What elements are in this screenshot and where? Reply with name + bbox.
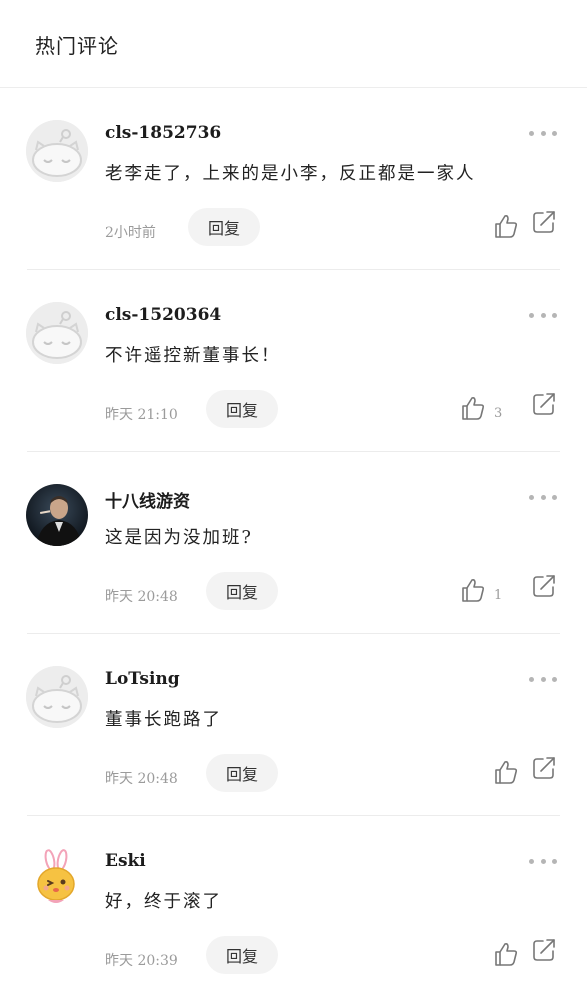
like-button[interactable]	[493, 209, 527, 239]
thumbs-up-icon	[462, 579, 485, 602]
comment-item: LoTsing 董事长跑路了 昨天 20:48 回复	[0, 634, 587, 816]
reply-button[interactable]: 回复	[206, 936, 278, 974]
username[interactable]: 十八线游资	[105, 487, 190, 512]
share-icon[interactable]	[531, 937, 557, 963]
more-dots-icon[interactable]	[529, 126, 557, 140]
cartoon-bunny-avatar-icon	[26, 848, 88, 910]
comment-time: 昨天 20:39	[105, 953, 178, 969]
thumbs-up-icon	[495, 761, 518, 784]
page-title: 热门评论	[35, 34, 119, 58]
avatar[interactable]	[26, 120, 88, 182]
comment-time: 昨天 20:48	[105, 589, 178, 605]
share-icon[interactable]	[531, 391, 557, 417]
reply-button[interactable]: 回复	[206, 572, 278, 610]
username[interactable]: LoTsing	[105, 669, 180, 689]
comment-time: 昨天 20:48	[105, 771, 178, 787]
comment-text: 董事长跑路了	[105, 710, 222, 730]
more-dots-icon[interactable]	[529, 490, 557, 504]
like-button[interactable]	[493, 937, 527, 967]
more-dots-icon[interactable]	[529, 308, 557, 322]
like-button[interactable]	[493, 755, 527, 785]
dark-portrait-avatar-icon	[26, 484, 88, 546]
share-icon[interactable]	[531, 755, 557, 781]
more-dots-icon[interactable]	[529, 854, 557, 868]
comment-item: Eski 好，终于滚了 昨天 20:39 回复	[0, 816, 587, 983]
username[interactable]: cls-1852736	[105, 123, 221, 143]
avatar[interactable]	[26, 484, 88, 546]
comment-time: 2小时前	[105, 225, 156, 241]
reply-button[interactable]: 回复	[206, 390, 278, 428]
comment-time: 昨天 21:10	[105, 407, 178, 423]
like-button[interactable]: 1	[460, 573, 502, 603]
share-icon[interactable]	[531, 209, 557, 235]
robot-avatar-icon	[26, 120, 88, 182]
comment-text: 这是因为没加班?	[105, 528, 253, 548]
username[interactable]: cls-1520364	[105, 305, 221, 325]
comments-page: 热门评论 cls-1852736 老李走了，上来的是小李，反正都是一家人 2小时…	[0, 0, 587, 983]
reply-button[interactable]: 回复	[188, 208, 260, 246]
avatar[interactable]	[26, 666, 88, 728]
comment-item: cls-1852736 老李走了，上来的是小李，反正都是一家人 2小时前 回复	[0, 88, 587, 270]
thumbs-up-icon	[495, 943, 518, 966]
avatar[interactable]	[26, 302, 88, 364]
thumbs-up-icon	[462, 397, 485, 420]
comment-item: cls-1520364 不许遥控新董事长！ 昨天 21:10 回复 3	[0, 270, 587, 452]
robot-avatar-icon	[26, 666, 88, 728]
comment-text: 好，终于滚了	[105, 892, 222, 912]
like-count: 1	[494, 588, 503, 603]
like-button[interactable]: 3	[460, 391, 502, 421]
username[interactable]: Eski	[105, 851, 146, 871]
share-icon[interactable]	[531, 573, 557, 599]
more-dots-icon[interactable]	[529, 672, 557, 686]
avatar[interactable]	[26, 848, 88, 910]
header: 热门评论	[0, 0, 587, 88]
comment-text: 不许遥控新董事长！	[105, 346, 281, 366]
like-count: 3	[494, 406, 503, 421]
comment-text: 老李走了，上来的是小李，反正都是一家人	[105, 164, 476, 184]
robot-avatar-icon	[26, 302, 88, 364]
reply-button[interactable]: 回复	[206, 754, 278, 792]
thumbs-up-icon	[495, 215, 518, 238]
comment-item: 十八线游资 这是因为没加班? 昨天 20:48 回复 1	[0, 452, 587, 634]
